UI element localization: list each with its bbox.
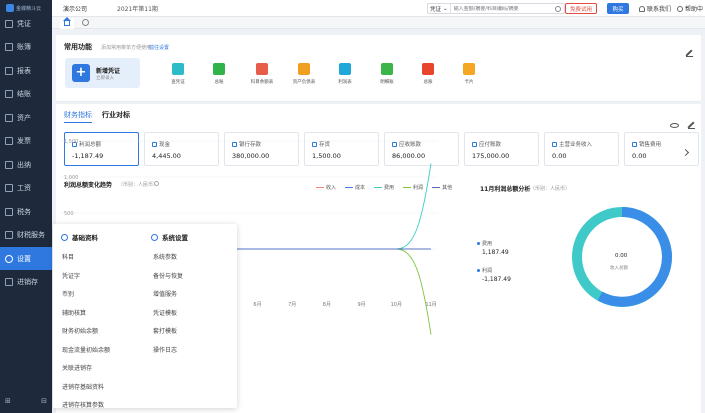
basic-data-icon — [61, 233, 68, 241]
menu-item-basic[interactable]: 币别 — [62, 289, 74, 298]
system-settings-icon — [151, 233, 158, 241]
menu-item-basic[interactable]: 辅助核算 — [62, 308, 86, 317]
x-tick-label: 7月 — [288, 302, 296, 308]
x-tick-label: 6月 — [253, 302, 261, 308]
menu-item-system[interactable]: 备份与恢复 — [153, 271, 183, 280]
basic-data-title: 基础资料 — [72, 234, 98, 242]
y-tick-label: 500 — [64, 211, 74, 217]
y-tick-label: 1,000 — [64, 175, 78, 181]
x-tick-label: 8月 — [323, 302, 331, 308]
x-tick-label: 10月 — [391, 302, 402, 308]
menu-item-basic[interactable]: 现金流量初始余额 — [62, 345, 110, 354]
menu-item-basic[interactable]: 进销存基础资料 — [62, 382, 104, 391]
menu-item-basic[interactable]: 财务初始余额 — [62, 326, 98, 335]
system-settings-header: 系统设置 — [151, 232, 188, 242]
menu-item-system[interactable]: 系统参数 — [153, 252, 177, 261]
menu-item-system[interactable]: 凭证模板 — [153, 308, 177, 317]
menu-item-basic[interactable]: 进销存核算参数 — [62, 400, 104, 409]
menu-item-system[interactable]: 增值服务 — [153, 289, 177, 298]
menu-item-basic[interactable]: 凭证字 — [62, 271, 80, 280]
system-settings-title: 系统设置 — [162, 234, 188, 242]
menu-item-basic[interactable]: 科目 — [62, 252, 74, 261]
menu-item-system[interactable]: 套打模板 — [153, 326, 177, 335]
settings-dropdown-menu: 基础资料 系统设置 科目凭证字币别辅助核算财务初始余额现金流量初始余额 关联进销存… — [53, 224, 237, 409]
x-tick-label: 9月 — [358, 302, 366, 308]
basic-data-header: 基础资料 — [61, 232, 98, 242]
menu-item-system[interactable]: 操作日志 — [153, 345, 177, 354]
x-tick-label: 11月 — [425, 302, 436, 308]
menu-item-basic[interactable]: 关联进销存 — [62, 363, 92, 372]
y-tick-label: 1,500 — [64, 139, 78, 145]
